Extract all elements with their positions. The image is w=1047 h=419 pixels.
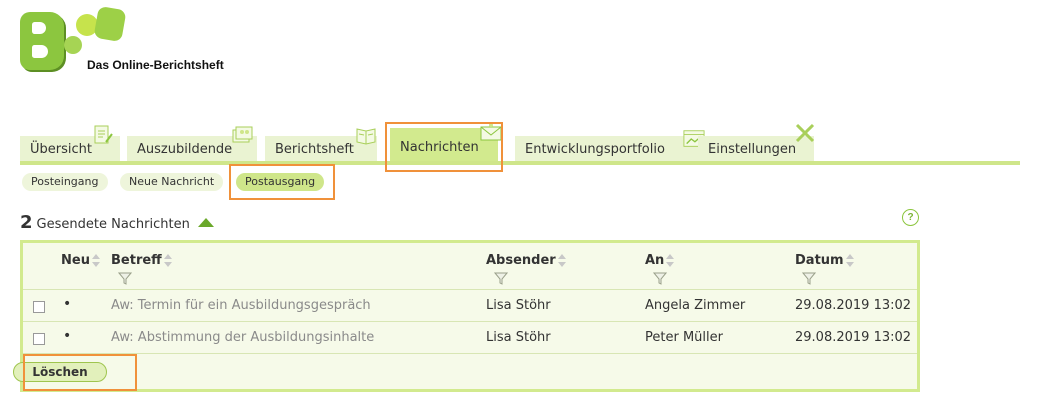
column-label: Absender [486,253,556,268]
unread-dot: • [63,296,72,312]
cell-betreff[interactable]: Aw: Abstimmung der Ausbildungsinhalte [111,330,374,345]
main-tabs: Übersicht Auszubildende Berichtsheft Nac… [20,120,1020,166]
tab-label: Entwicklungsportfolio [525,142,665,157]
tab-berichtsheft[interactable]: Berichtsheft [265,128,377,161]
row-checkbox[interactable] [33,301,45,313]
logo-letter-b [20,12,64,70]
subtab-posteingang[interactable]: Posteingang [22,173,108,191]
cell-absender: Lisa Stöhr [486,298,551,313]
column-label: Betreff [111,253,162,268]
column-datum[interactable]: Datum [795,253,854,268]
cell-betreff[interactable]: Aw: Termin für ein Ausbildungsgespräch [111,298,371,313]
table-header: Neu Betreff Absender An Datum [23,243,917,290]
messages-heading: 2 Gesendete Nachrichten [20,212,214,233]
sort-arrows-icon[interactable] [845,253,854,268]
sort-arrows-icon[interactable] [91,253,100,268]
column-label: Datum [795,253,844,268]
filter-funnel-icon[interactable] [118,271,132,285]
open-book-icon [356,128,376,145]
column-neu[interactable]: Neu [61,253,100,268]
document-pen-icon [94,125,113,144]
tab-label: Auszubildende [137,142,233,157]
message-count: 2 [20,212,33,233]
cell-datum: 29.08.2019 13:02 [795,330,912,345]
table-row[interactable]: • Aw: Termin für ein Ausbildungsgespräch… [23,290,917,322]
delete-button[interactable]: Löschen [13,362,107,382]
filter-funnel-icon[interactable] [802,271,816,285]
blok-logo[interactable]: Das Online-Berichtsheft [20,5,250,78]
subtab-postausgang[interactable]: Postausgang [236,173,325,191]
column-an[interactable]: An [645,253,675,268]
sort-arrows-icon[interactable] [163,253,172,268]
row-checkbox[interactable] [33,333,45,345]
message-count-label: Gesendete Nachrichten [36,217,190,232]
messages-table: Neu Betreff Absender An Datum • Aw: Term… [20,240,920,392]
tab-label: Nachrichten [400,140,479,155]
tab-uebersicht[interactable]: Übersicht [20,125,120,161]
filter-funnel-icon[interactable] [653,271,667,285]
subtab-neue-nachricht[interactable]: Neue Nachricht [120,173,224,191]
logo-letter-k [93,5,127,43]
column-betreff[interactable]: Betreff [111,253,172,268]
tab-entwicklungsportfolio[interactable]: Entwicklungsportfolio [515,130,711,161]
table-row[interactable]: • Aw: Abstimmung der Ausbildungsinhalte … [23,322,917,354]
cell-datum: 29.08.2019 13:02 [795,298,912,313]
tab-label: Berichtsheft [275,142,354,157]
cell-an: Angela Zimmer [645,298,746,313]
unread-dot: • [63,328,72,344]
cell-an: Peter Müller [645,330,723,345]
column-label: Neu [61,253,90,268]
tab-einstellungen[interactable]: Einstellungen [698,123,815,161]
tab-label: Einstellungen [708,142,797,157]
column-label: An [645,253,665,268]
sort-arrows-icon[interactable] [557,253,566,268]
sort-arrows-icon[interactable] [666,253,675,268]
tools-icon [795,123,815,143]
column-absender[interactable]: Absender [486,253,566,268]
tab-label: Übersicht [30,142,92,157]
envelope-icon [480,123,502,141]
collapse-triangle-icon[interactable] [198,218,214,227]
cell-absender: Lisa Stöhr [486,330,551,345]
filter-funnel-icon[interactable] [494,271,508,285]
people-photo-icon [232,126,253,143]
logo-bubble [64,36,82,54]
tab-auszubildende[interactable]: Auszubildende [127,126,257,161]
logo-tagline: Das Online-Berichtsheft [87,58,224,72]
help-icon[interactable]: ? [902,209,919,226]
tab-nachrichten[interactable]: Nachrichten [390,123,502,161]
